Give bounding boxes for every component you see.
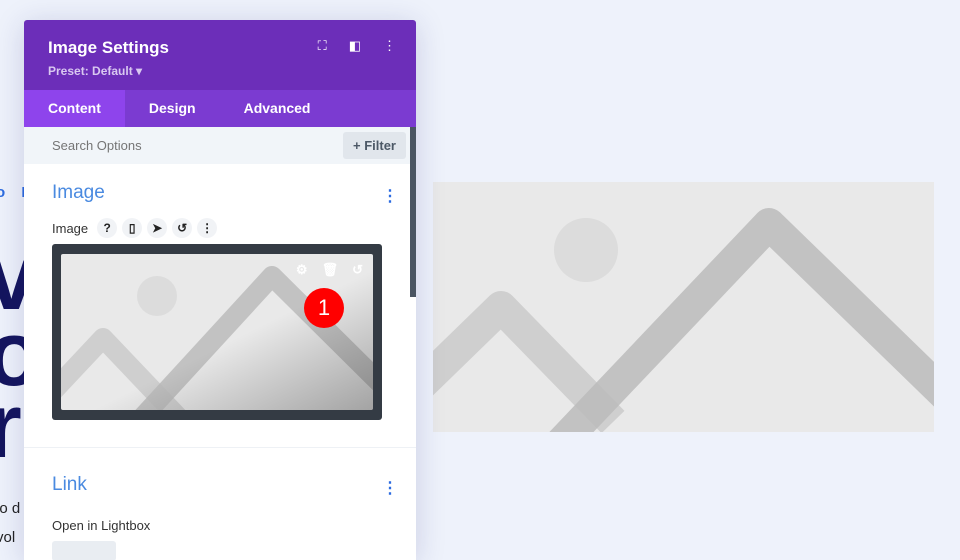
heading-fragment: r: [0, 375, 22, 477]
image-settings-panel: Image Settings Preset: Default ▾ ⛶ ◧ ⋮ C…: [24, 20, 416, 560]
pointer-icon[interactable]: ➤: [147, 218, 168, 238]
section-title[interactable]: Image: [52, 164, 388, 204]
image-uploader[interactable]: ⚙ 🗑 ↺ 1: [52, 244, 382, 420]
field-label: Open in Lightbox: [52, 518, 151, 533]
tab-advanced[interactable]: Advanced: [220, 90, 335, 127]
preset-dropdown[interactable]: Preset: Default ▾: [48, 64, 392, 78]
lightbox-toggle[interactable]: [52, 541, 116, 560]
search-input[interactable]: [52, 138, 252, 153]
link-section: Link ⋮ Open in Lightbox: [24, 448, 416, 560]
filter-button[interactable]: + Filter: [343, 132, 406, 159]
image-section: Image ⋮ Image ? ▯ ➤ ↺ ⋮ ⚙ 🗑 ↺ 1: [24, 164, 416, 420]
panel-header: Image Settings Preset: Default ▾ ⛶ ◧ ⋮: [24, 20, 416, 90]
focus-icon[interactable]: ⛶: [318, 38, 327, 54]
more-icon[interactable]: ⋮: [383, 38, 396, 54]
more-icon[interactable]: ⋮: [197, 218, 218, 238]
undo-icon[interactable]: ↺: [352, 262, 363, 278]
reset-icon[interactable]: ↺: [172, 218, 193, 238]
mobile-icon[interactable]: ▯: [122, 218, 143, 238]
help-icon[interactable]: ?: [97, 218, 118, 238]
body-text-fragment: io d: [0, 500, 21, 517]
trash-icon[interactable]: 🗑: [322, 262, 339, 278]
more-icon[interactable]: ⋮: [382, 186, 398, 206]
split-view-icon[interactable]: ◧: [349, 38, 361, 54]
tab-content[interactable]: Content: [24, 90, 125, 127]
tab-design[interactable]: Design: [125, 90, 220, 127]
more-icon[interactable]: ⋮: [382, 478, 398, 498]
gear-icon[interactable]: ⚙: [296, 262, 308, 278]
section-title[interactable]: Link: [52, 448, 388, 496]
step-badge: 1: [304, 288, 344, 328]
body-text-fragment: vol: [0, 529, 16, 546]
tab-bar: Content Design Advanced: [24, 90, 416, 127]
field-label: Image: [52, 220, 89, 236]
image-placeholder[interactable]: [433, 182, 934, 432]
